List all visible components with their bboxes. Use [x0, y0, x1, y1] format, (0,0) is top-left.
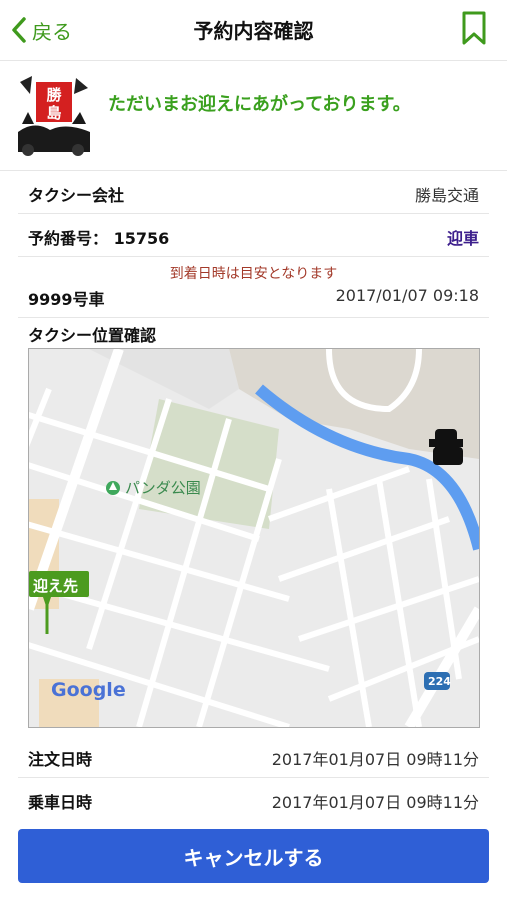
nav-bar: 戻る 予約内容確認	[0, 0, 507, 61]
status-message: ただいまお迎えにあがっております。	[108, 94, 411, 115]
reservation-number-value: 15756	[113, 229, 170, 248]
pickup-label: 迎え先	[33, 577, 79, 595]
ride-datetime-label: 乗車日時	[28, 793, 93, 812]
company-logo: 勝 島	[14, 72, 94, 160]
status-banner: 勝 島 ただいまお迎えにあがっております。	[0, 62, 507, 171]
ride-datetime-row: 乗車日時 2017年01月07日 09時11分	[18, 778, 489, 820]
reservation-number-row: 予約番号： 15756 迎車	[18, 214, 489, 257]
order-datetime-label: 注文日時	[28, 750, 93, 769]
taxi-company-row: タクシー会社 勝島交通	[18, 171, 489, 214]
park-marker	[106, 481, 120, 495]
reservation-number-label: 予約番号：	[28, 229, 109, 248]
arrival-datetime: 2017/01/07 09:18	[335, 286, 479, 305]
arrival-note: 到着日時は目安となります	[169, 266, 338, 282]
page-title: 予約内容確認	[193, 19, 314, 43]
route-badge-label: 224	[428, 675, 451, 688]
svg-text:勝: 勝	[46, 86, 62, 104]
car-number: 9999号車	[28, 290, 105, 309]
order-datetime-row: 注文日時 2017年01月07日 09時11分	[18, 735, 489, 778]
ride-datetime-value: 2017年01月07日 09時11分	[271, 793, 479, 812]
car-arrival-row: 到着日時は目安となります 9999号車 2017/01/07 09:18	[18, 257, 489, 318]
reservation-type: 迎車	[446, 229, 479, 248]
map-section-title: タクシー位置確認	[28, 326, 157, 345]
bookmark-icon[interactable]	[461, 10, 487, 46]
svg-text:島: 島	[46, 104, 61, 122]
taxi-location-map[interactable]: パンダ公園 迎え先 224 Google	[28, 348, 480, 728]
taxi-company-label: タクシー会社	[28, 186, 125, 205]
order-datetime-value: 2017年01月07日 09時11分	[271, 750, 479, 769]
reservation-number: 予約番号： 15756	[28, 225, 169, 249]
taxi-company-value: 勝島交通	[414, 186, 479, 205]
cancel-button[interactable]: キャンセルする	[18, 829, 489, 883]
google-logo: Google	[51, 679, 126, 701]
park-label: パンダ公園	[125, 479, 201, 497]
